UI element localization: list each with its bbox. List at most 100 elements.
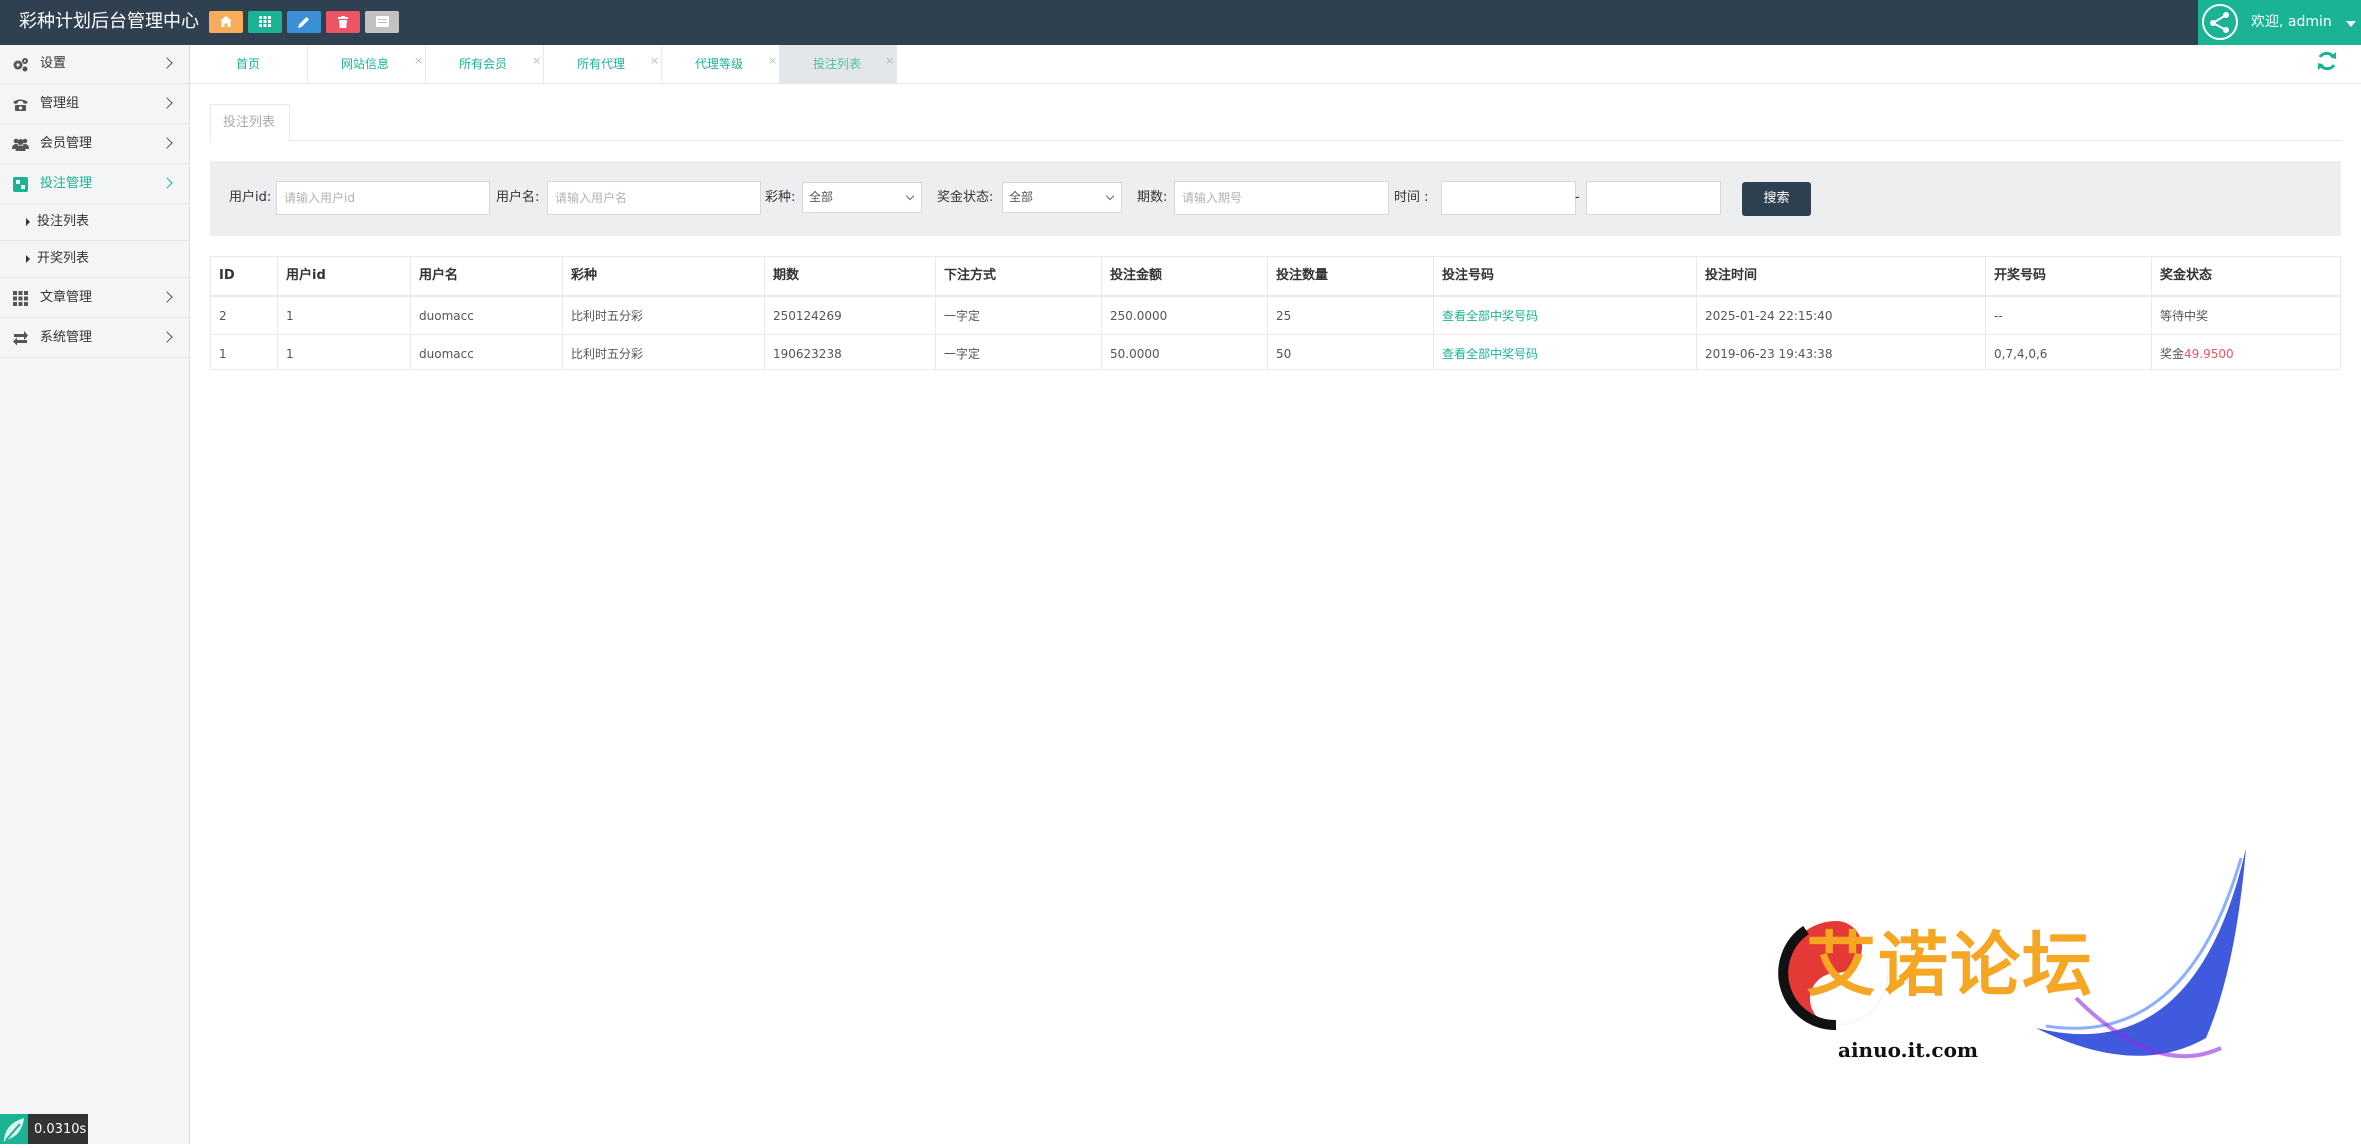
- cell-count: 50: [1268, 335, 1434, 371]
- app-title: 彩种计划后台管理中心: [19, 11, 199, 32]
- cell-bet-numbers: 查看全部中奖号码: [1434, 297, 1697, 334]
- sidebar-item-settings[interactable]: 设置: [0, 45, 189, 84]
- dashboard-icon: [13, 177, 28, 192]
- column-header: 用户名: [411, 257, 563, 295]
- time-separator: -: [1575, 190, 1580, 205]
- gears-icon: [13, 58, 28, 72]
- close-icon[interactable]: ×: [414, 55, 423, 67]
- chevron-down-icon: [905, 191, 915, 201]
- sidebar-item-label: 系统管理: [40, 330, 93, 345]
- lottery-label: 彩种:: [765, 190, 796, 205]
- cell-period: 250124269: [765, 297, 936, 334]
- caret-right-icon: [26, 255, 30, 263]
- edit-button[interactable]: [287, 11, 321, 33]
- time-start-input[interactable]: [1441, 181, 1576, 215]
- close-icon[interactable]: ×: [650, 55, 659, 67]
- tab-all-agents[interactable]: 所有代理 ×: [544, 45, 662, 83]
- lottery-select[interactable]: 全部: [802, 182, 922, 213]
- cell-lottery: 比利时五分彩: [563, 335, 765, 371]
- tab-site-info[interactable]: 网站信息 ×: [308, 45, 426, 83]
- sidebar-item-label: 文章管理: [40, 290, 93, 305]
- cell-amount: 50.0000: [1102, 335, 1268, 371]
- tab-home[interactable]: 首页: [190, 45, 308, 83]
- cell-count: 25: [1268, 297, 1434, 334]
- list-button[interactable]: [365, 11, 399, 33]
- timer-value: 0.0310s: [34, 1122, 87, 1137]
- prize-status-select-value: 全部: [1009, 190, 1034, 204]
- table-row: 1 1 duomacc 比利时五分彩 190623238 一字定 50.0000…: [211, 335, 2340, 371]
- prize-status-label: 奖金状态:: [937, 190, 994, 205]
- prize-status-select[interactable]: 全部: [1002, 182, 1122, 213]
- table-header: ID 用户id 用户名 彩种 期数 下注方式 投注金额 投注数量 投注号码 投注…: [211, 257, 2340, 297]
- tab-agent-levels[interactable]: 代理等级 ×: [662, 45, 780, 83]
- close-icon[interactable]: ×: [532, 55, 541, 67]
- panel-tab-bet-list[interactable]: 投注列表: [210, 104, 290, 141]
- table-row: 2 1 duomacc 比利时五分彩 250124269 一字定 250.000…: [211, 297, 2340, 335]
- sidebar-item-label: 会员管理: [40, 136, 93, 151]
- sidebar-subitem-draw-list[interactable]: 开奖列表: [0, 241, 189, 278]
- sidebar-subitem-bet-list[interactable]: 投注列表: [0, 204, 189, 241]
- cell-username: duomacc: [411, 335, 563, 371]
- cell-prize-status: 等待中奖: [2160, 309, 2209, 323]
- sidebar-item-articles[interactable]: 文章管理: [0, 279, 189, 318]
- leaf-logo-icon: [0, 1114, 28, 1144]
- view-winning-numbers-link[interactable]: 查看全部中奖号码: [1442, 309, 1538, 323]
- column-header: 开奖号码: [1986, 257, 2152, 295]
- time-end-input[interactable]: [1586, 181, 1721, 215]
- cell-lottery: 比利时五分彩: [563, 297, 765, 334]
- cell-user-id: 1: [278, 335, 411, 371]
- sidebar: 设置 管理组 会员管理 投注管理 投注列表 开奖列表 文章管理 系统管理: [0, 45, 190, 1144]
- sidebar-item-members[interactable]: 会员管理: [0, 125, 189, 164]
- grid-icon: [13, 291, 28, 306]
- tab-label: 网站信息: [341, 57, 390, 71]
- bet-table: ID 用户id 用户名 彩种 期数 下注方式 投注金额 投注数量 投注号码 投注…: [210, 256, 2341, 371]
- userid-input[interactable]: [276, 181, 490, 215]
- period-input[interactable]: [1174, 181, 1389, 215]
- grid-button[interactable]: [248, 11, 282, 33]
- column-header: 用户id: [278, 257, 411, 295]
- delete-button[interactable]: [326, 11, 360, 33]
- view-winning-numbers-link[interactable]: 查看全部中奖号码: [1442, 347, 1538, 361]
- cell-draw-numbers: --: [1986, 297, 2152, 334]
- home-icon: [220, 16, 232, 27]
- cell-user-id: 1: [278, 297, 411, 334]
- username-input[interactable]: [547, 181, 761, 215]
- sidebar-item-system[interactable]: 系统管理: [0, 319, 189, 358]
- user-menu[interactable]: 欢迎, admin: [2198, 0, 2361, 45]
- phone-icon: [13, 99, 28, 111]
- tab-all-members[interactable]: 所有会员 ×: [426, 45, 544, 83]
- cell-bet-numbers: 查看全部中奖号码: [1434, 335, 1697, 371]
- userid-label: 用户id:: [229, 190, 272, 205]
- caret-down-icon: [2346, 21, 2356, 27]
- username-label: 用户名:: [496, 190, 540, 205]
- chevron-right-icon: [161, 97, 173, 109]
- tab-label: 首页: [236, 57, 261, 71]
- close-icon[interactable]: ×: [768, 55, 777, 67]
- chevron-down-icon: [1105, 191, 1115, 201]
- column-header: 奖金状态: [2160, 268, 2213, 283]
- column-header: ID: [211, 257, 278, 295]
- trash-icon: [338, 16, 348, 28]
- sidebar-item-bets[interactable]: 投注管理: [0, 165, 189, 204]
- home-button[interactable]: [209, 11, 243, 33]
- column-header: 投注号码: [1434, 257, 1697, 295]
- sidebar-item-label: 管理组: [40, 96, 80, 111]
- column-header: 期数: [765, 257, 936, 295]
- refresh-icon[interactable]: [2316, 50, 2338, 72]
- close-icon[interactable]: ×: [885, 55, 894, 67]
- chevron-right-icon: [161, 57, 173, 69]
- caret-right-icon: [26, 218, 30, 226]
- search-button[interactable]: 搜索: [1742, 182, 1811, 216]
- column-header: 投注时间: [1697, 257, 1986, 295]
- tab-bet-list[interactable]: 投注列表 ×: [780, 45, 897, 83]
- cell-username: duomacc: [411, 297, 563, 334]
- sidebar-item-label: 设置: [40, 56, 67, 71]
- cell-id: 2: [211, 297, 278, 334]
- sidebar-item-admin-groups[interactable]: 管理组: [0, 85, 189, 124]
- cell-method: 一字定: [936, 335, 1102, 371]
- column-header: 投注数量: [1268, 257, 1434, 295]
- exchange-icon: [13, 331, 28, 346]
- panel-tab-label: 投注列表: [223, 115, 276, 130]
- top-bar: 彩种计划后台管理中心 欢迎, admin: [0, 0, 2361, 45]
- welcome-text: 欢迎, admin: [2251, 14, 2332, 30]
